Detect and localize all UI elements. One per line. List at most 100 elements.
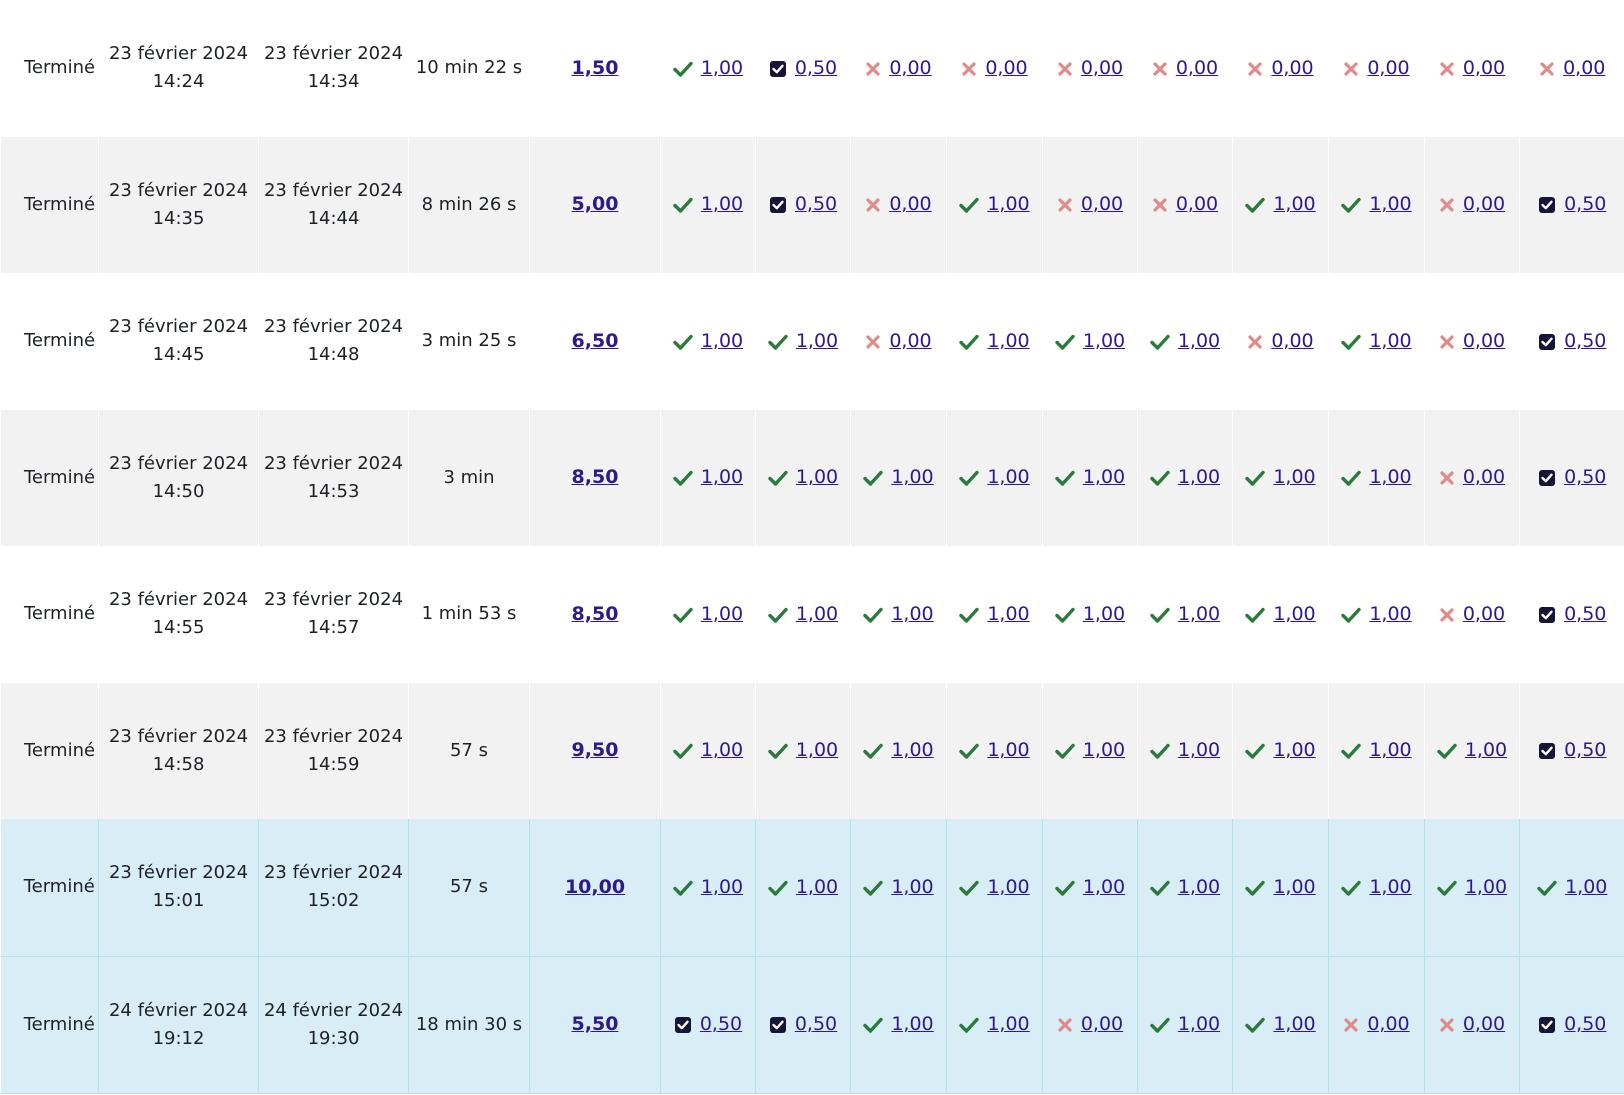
question-mark-link[interactable]: 1,00: [1083, 739, 1125, 761]
grade-link[interactable]: 6,50: [572, 330, 619, 352]
attempt-row: Terminé 23 février 2024 14:45 23 février…: [0, 273, 1624, 410]
question-mark-link[interactable]: 1,00: [891, 466, 933, 488]
question-mark-link[interactable]: 0,00: [1463, 57, 1505, 79]
question-mark-link[interactable]: 1,00: [1369, 466, 1411, 488]
question-mark-link[interactable]: 1,00: [1369, 603, 1411, 625]
question-mark-link[interactable]: 0,50: [1564, 739, 1606, 761]
question-mark-link[interactable]: 0,00: [889, 193, 931, 215]
question-mark-link[interactable]: 1,00: [1273, 1013, 1315, 1035]
question-mark-link[interactable]: 1,00: [701, 466, 743, 488]
attempt-completed-on: 23 février 2024 14:44: [258, 136, 409, 273]
question-mark-link[interactable]: 0,00: [1271, 57, 1313, 79]
grade-link[interactable]: 8,50: [572, 466, 619, 488]
question-mark-link[interactable]: 1,00: [1369, 193, 1411, 215]
question-mark-link[interactable]: 1,00: [796, 739, 838, 761]
question-mark-link[interactable]: 0,50: [1564, 193, 1606, 215]
question-mark-link[interactable]: 1,00: [891, 876, 933, 898]
question-mark-link[interactable]: 1,00: [1083, 876, 1125, 898]
question-mark-link[interactable]: 1,00: [987, 330, 1029, 352]
question-mark-link[interactable]: 1,00: [1369, 330, 1411, 352]
question-mark-link[interactable]: 1,00: [1565, 876, 1607, 898]
question-mark-link[interactable]: 0,00: [1081, 57, 1123, 79]
question-mark-link[interactable]: 1,00: [1178, 739, 1220, 761]
partial-checkbox-icon: [1538, 196, 1556, 214]
question-mark-link[interactable]: 1,00: [1083, 603, 1125, 625]
question-mark-link[interactable]: 0,50: [795, 57, 837, 79]
question-mark-link[interactable]: 1,00: [796, 330, 838, 352]
question-mark-link[interactable]: 0,00: [889, 57, 931, 79]
question-mark-link[interactable]: 1,00: [1178, 466, 1220, 488]
question-mark-link[interactable]: 1,00: [796, 603, 838, 625]
question-mark-link[interactable]: 1,00: [1178, 330, 1220, 352]
question-mark-link[interactable]: 1,00: [701, 876, 743, 898]
question-mark-link[interactable]: 1,00: [701, 193, 743, 215]
question-mark-link[interactable]: 0,50: [700, 1013, 742, 1035]
question-mark-link[interactable]: 1,00: [701, 603, 743, 625]
question-mark-link[interactable]: 0,00: [1081, 1013, 1123, 1035]
question-4-cell: 1,00: [946, 409, 1043, 546]
question-mark-link[interactable]: 1,00: [1273, 193, 1315, 215]
question-mark-link[interactable]: 0,00: [1176, 57, 1218, 79]
question-mark-link[interactable]: 0,00: [1463, 603, 1505, 625]
question-mark-link[interactable]: 0,00: [1271, 330, 1313, 352]
grade-link[interactable]: 5,50: [572, 1013, 619, 1035]
started-time: 14:58: [152, 753, 205, 775]
question-mark-link[interactable]: 0,50: [795, 1013, 837, 1035]
question-mark-link[interactable]: 1,00: [796, 466, 838, 488]
question-mark-link[interactable]: 1,00: [987, 603, 1029, 625]
question-mark-link[interactable]: 1,00: [1273, 466, 1315, 488]
question-mark-link[interactable]: 0,50: [1564, 466, 1606, 488]
grade-link[interactable]: 1,50: [572, 57, 619, 79]
question-mark-link[interactable]: 1,00: [701, 330, 743, 352]
question-mark-link[interactable]: 1,00: [1369, 739, 1411, 761]
grade-link[interactable]: 10,00: [565, 876, 625, 898]
question-mark-link[interactable]: 0,00: [1463, 330, 1505, 352]
question-result: 1,00: [1437, 876, 1507, 898]
question-mark-link[interactable]: 1,00: [987, 876, 1029, 898]
question-mark-link[interactable]: 1,00: [987, 466, 1029, 488]
question-mark-link[interactable]: 0,00: [1463, 1013, 1505, 1035]
question-mark-link[interactable]: 0,00: [1367, 57, 1409, 79]
question-5-cell: 0,00: [1042, 956, 1138, 1094]
grade-link[interactable]: 9,50: [572, 739, 619, 761]
question-1-cell: 1,00: [660, 682, 756, 819]
question-mark-link[interactable]: 1,00: [1083, 330, 1125, 352]
question-mark-link[interactable]: 1,00: [1369, 876, 1411, 898]
question-mark-link[interactable]: 1,00: [1083, 466, 1125, 488]
question-mark-link[interactable]: 1,00: [1178, 1013, 1220, 1035]
question-mark-link[interactable]: 1,00: [987, 1013, 1029, 1035]
grade-link[interactable]: 8,50: [572, 603, 619, 625]
question-mark-link[interactable]: 1,00: [1465, 876, 1507, 898]
question-mark-link[interactable]: 1,00: [891, 739, 933, 761]
question-mark-link[interactable]: 0,00: [1367, 1013, 1409, 1035]
question-mark-link[interactable]: 1,00: [701, 57, 743, 79]
question-mark-link[interactable]: 1,00: [1465, 739, 1507, 761]
question-mark-link[interactable]: 0,00: [1463, 466, 1505, 488]
question-result: 0,00: [1057, 1013, 1123, 1035]
question-mark-link[interactable]: 1,00: [796, 876, 838, 898]
question-mark-link[interactable]: 1,00: [1178, 603, 1220, 625]
question-mark-link[interactable]: 1,00: [1273, 739, 1315, 761]
question-mark-link[interactable]: 0,50: [1564, 603, 1606, 625]
completed-date: 24 février 2024: [263, 999, 404, 1021]
question-mark-link[interactable]: 0,00: [1176, 193, 1218, 215]
question-mark-link[interactable]: 0,50: [1564, 330, 1606, 352]
question-mark-link[interactable]: 1,00: [1273, 603, 1315, 625]
question-mark-link[interactable]: 1,00: [701, 739, 743, 761]
question-mark-link[interactable]: 1,00: [891, 603, 933, 625]
question-mark-link[interactable]: 0,50: [795, 193, 837, 215]
question-mark-link[interactable]: 0,00: [985, 57, 1027, 79]
attempt-grade: 8,50: [529, 409, 661, 546]
question-mark-link[interactable]: 1,00: [1178, 876, 1220, 898]
question-mark-link[interactable]: 0,50: [1564, 1013, 1606, 1035]
question-mark-link[interactable]: 1,00: [1273, 876, 1315, 898]
question-mark-link[interactable]: 1,00: [987, 739, 1029, 761]
question-mark-link[interactable]: 0,00: [889, 330, 931, 352]
question-mark-link[interactable]: 0,00: [1081, 193, 1123, 215]
question-mark-link[interactable]: 1,00: [891, 1013, 933, 1035]
grade-link[interactable]: 5,00: [572, 193, 619, 215]
question-mark-link[interactable]: 1,00: [987, 193, 1029, 215]
question-mark-link[interactable]: 0,00: [1563, 57, 1605, 79]
question-mark-link[interactable]: 0,00: [1463, 193, 1505, 215]
question-result: 1,00: [1150, 603, 1220, 625]
